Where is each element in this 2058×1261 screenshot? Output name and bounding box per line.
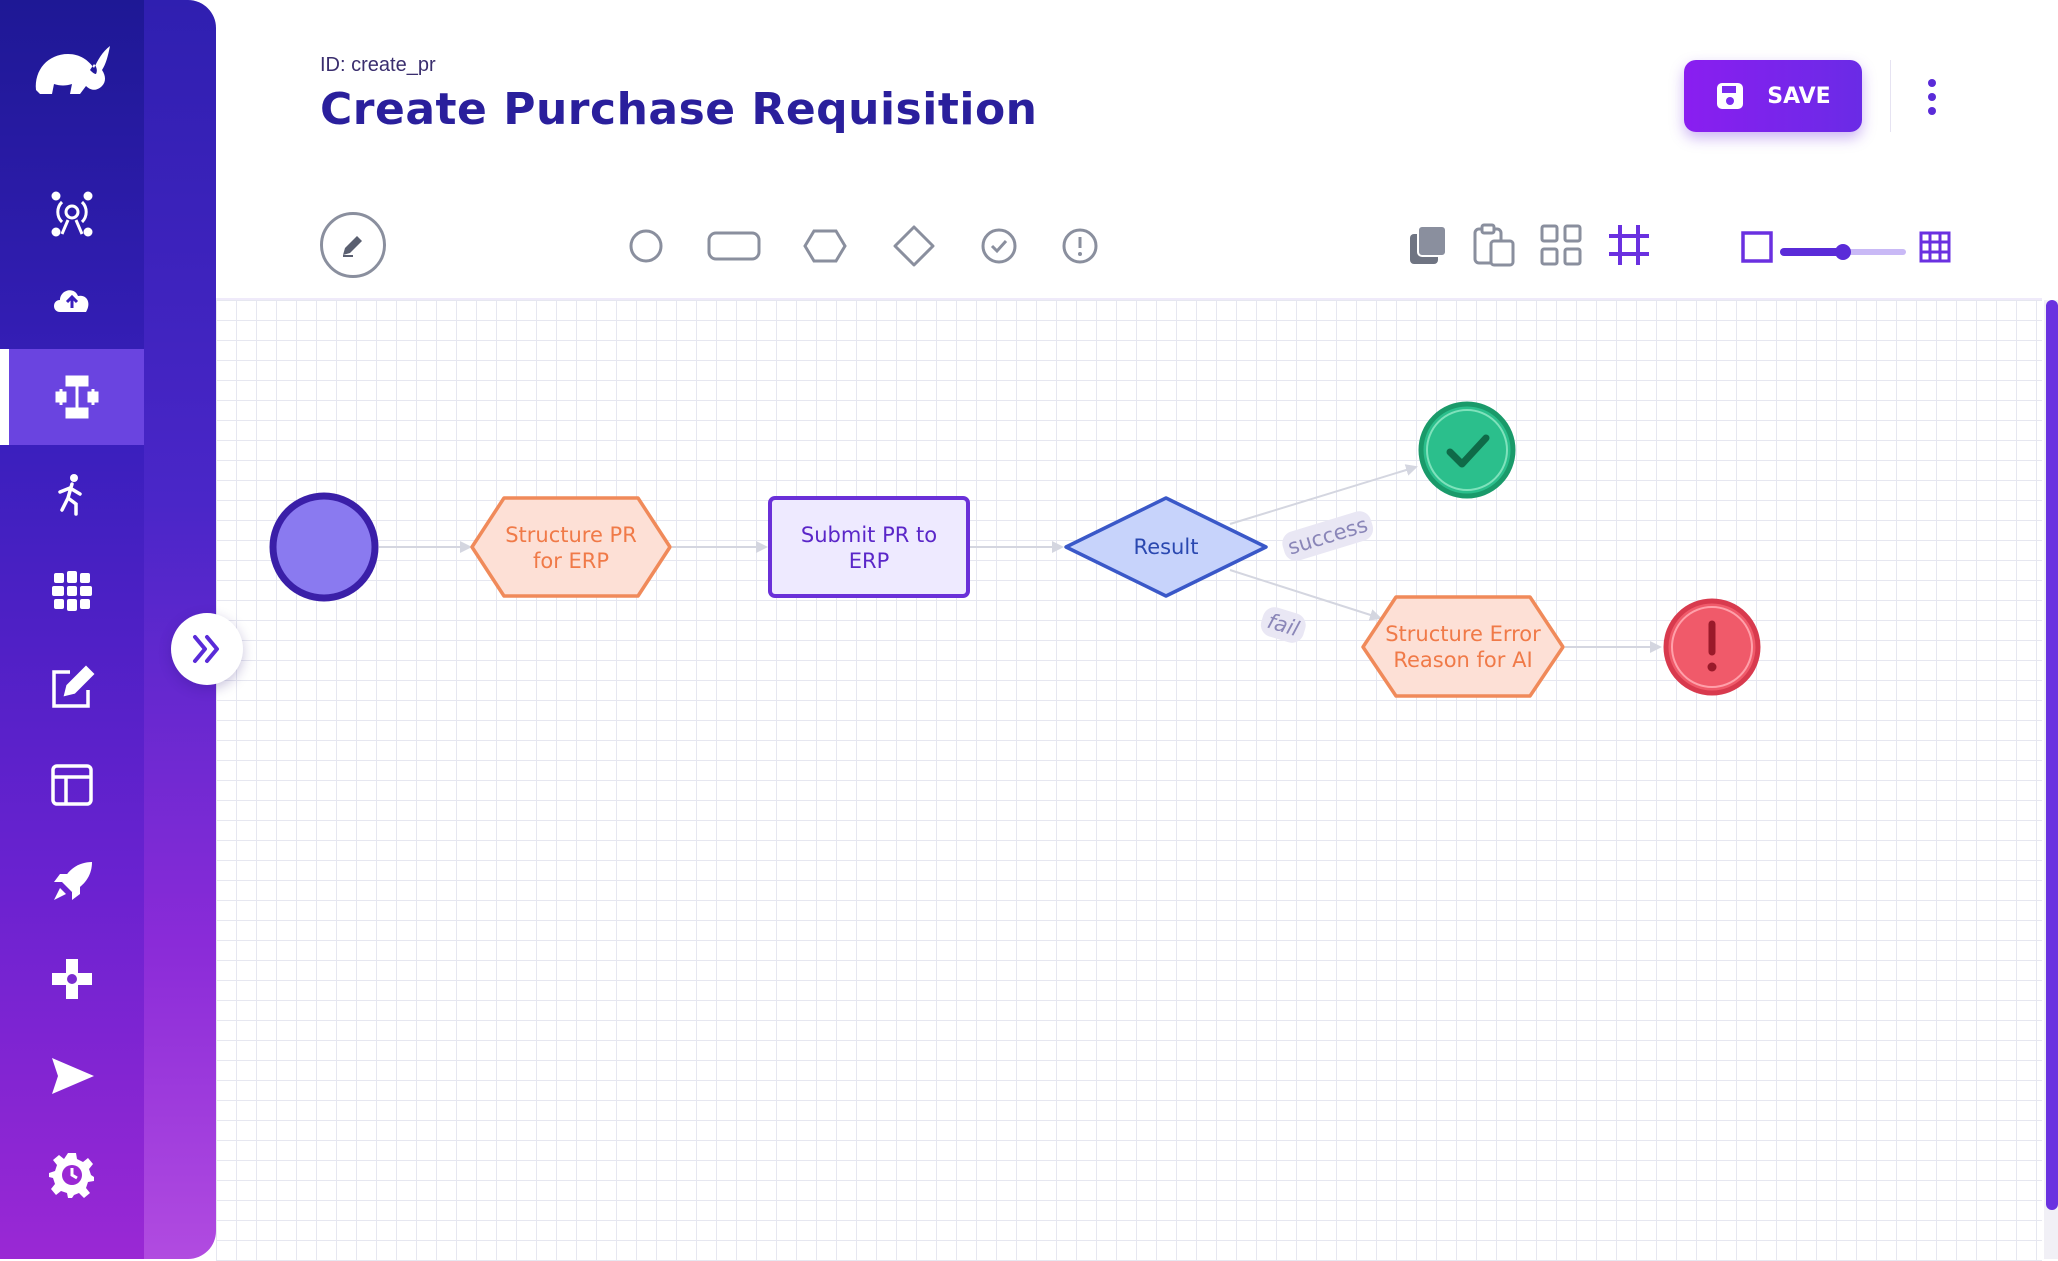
success-label-text: success: [1285, 513, 1371, 560]
running-person-icon: [58, 474, 82, 516]
zoom-out-button[interactable]: [1740, 230, 1774, 264]
diamond-shape-icon: [893, 225, 935, 267]
page-title: Create Purchase Requisition: [320, 84, 1038, 135]
add-start-node-button[interactable]: [626, 226, 666, 266]
zoom-in-button[interactable]: [1918, 230, 1952, 264]
structure-error-node[interactable]: Structure Error Reason for AI: [1361, 595, 1565, 698]
more-dot: [1928, 107, 1936, 115]
rhino-logo-icon[interactable]: [30, 40, 114, 100]
sidebar-item-settings[interactable]: [0, 1127, 144, 1223]
pencil-icon: [343, 236, 362, 257]
zoom-slider-handle[interactable]: [1835, 244, 1851, 260]
copy-icon: [1410, 225, 1447, 264]
edge-label-success: success: [1282, 511, 1374, 561]
add-decision-node-button[interactable]: [892, 224, 936, 268]
circle-shape-icon: [629, 229, 663, 263]
grid-layout-icon: [1540, 224, 1582, 266]
result-decision-node[interactable]: Result: [1064, 496, 1268, 598]
more-dot: [1928, 93, 1936, 101]
add-error-node-button[interactable]: [1060, 226, 1100, 266]
workflow-diagram: success fail Structure PR for ERP Submit…: [269, 401, 1761, 698]
globe-grid-icon: [52, 571, 92, 611]
add-task-node-button[interactable]: [706, 226, 762, 266]
auto-layout-button[interactable]: [1538, 222, 1584, 268]
cloud-upload-icon: [54, 290, 89, 312]
edge-result-to-error-handler[interactable]: [1229, 569, 1382, 621]
edit-icon: [52, 665, 95, 708]
sidebar-item-editor[interactable]: [0, 640, 144, 736]
sidebar-item-integrations[interactable]: [0, 931, 144, 1027]
add-success-node-button[interactable]: [979, 226, 1019, 266]
signal-tower-icon: [51, 191, 93, 237]
result-label: Result: [1134, 535, 1199, 559]
grid-squares-icon: [1919, 231, 1951, 263]
add-hexagon-node-button[interactable]: [802, 226, 848, 266]
more-options-button[interactable]: [1910, 72, 1954, 122]
structure-pr-line2: for ERP: [533, 549, 609, 573]
submit-pr-line1: Submit PR to: [801, 523, 937, 547]
layout-icon: [51, 764, 93, 806]
more-dot: [1928, 79, 1936, 87]
workflow-icon: [55, 375, 98, 419]
error-end-node[interactable]: [1663, 598, 1761, 696]
workflow-canvas[interactable]: success fail Structure PR for ERP Submit…: [216, 298, 2042, 1261]
workflow-id: ID: create_pr: [320, 54, 436, 76]
settings-clock-icon: [49, 1153, 94, 1198]
rounded-rect-shape-icon: [707, 231, 761, 261]
send-icon: [52, 1058, 94, 1094]
save-button-label: SAVE: [1767, 83, 1831, 109]
hexagon-shape-icon: [803, 229, 847, 263]
rocket-icon: [54, 862, 92, 900]
check-circle-shape-icon: [981, 228, 1017, 264]
structure-pr-node[interactable]: Structure PR for ERP: [470, 496, 672, 598]
sidebar-item-upload[interactable]: [0, 252, 144, 348]
success-end-node[interactable]: [1418, 401, 1516, 499]
sidebar-item-monitoring[interactable]: [0, 166, 144, 262]
single-square-icon: [1741, 231, 1773, 263]
structure-pr-line1: Structure PR: [505, 523, 637, 547]
edit-mode-button[interactable]: [320, 212, 386, 278]
edge-result-to-success[interactable]: [1229, 464, 1418, 525]
chevron-double-right-icon: [193, 635, 219, 663]
header-divider: [1890, 60, 1891, 132]
submit-pr-node[interactable]: Submit PR to ERP: [768, 496, 970, 598]
floppy-disk-icon: [1717, 83, 1744, 109]
snap-grid-icon: [1609, 225, 1649, 265]
sidebar-item-workflows[interactable]: [0, 349, 144, 445]
sidebar-item-network[interactable]: [0, 543, 144, 639]
sidebar-item-activity[interactable]: [0, 446, 144, 542]
canvas-scrollbar-thumb[interactable]: [2046, 300, 2058, 1210]
sidebar-item-layout[interactable]: [0, 737, 144, 833]
sidebar-item-deploy[interactable]: [0, 834, 144, 930]
sidebar-item-send[interactable]: [0, 1028, 144, 1124]
submit-pr-line2: ERP: [849, 549, 890, 573]
structure-error-line2: Reason for AI: [1393, 648, 1532, 672]
snap-to-grid-toggle[interactable]: [1606, 222, 1652, 268]
exclamation-circle-shape-icon: [1062, 228, 1098, 264]
save-button[interactable]: SAVE: [1684, 60, 1862, 132]
sidebar-rail: [0, 0, 144, 1259]
paste-button[interactable]: [1470, 220, 1520, 270]
start-node[interactable]: [269, 492, 379, 602]
expand-sidebar-button[interactable]: [171, 613, 243, 685]
paste-icon: [1473, 223, 1515, 267]
structure-error-line1: Structure Error: [1385, 622, 1541, 646]
copy-button[interactable]: [1404, 220, 1452, 270]
zoom-slider-fill: [1780, 248, 1843, 256]
zoom-slider[interactable]: [1780, 240, 1906, 264]
gamepad-icon: [52, 959, 92, 999]
edge-label-fail: fail: [1260, 607, 1306, 643]
